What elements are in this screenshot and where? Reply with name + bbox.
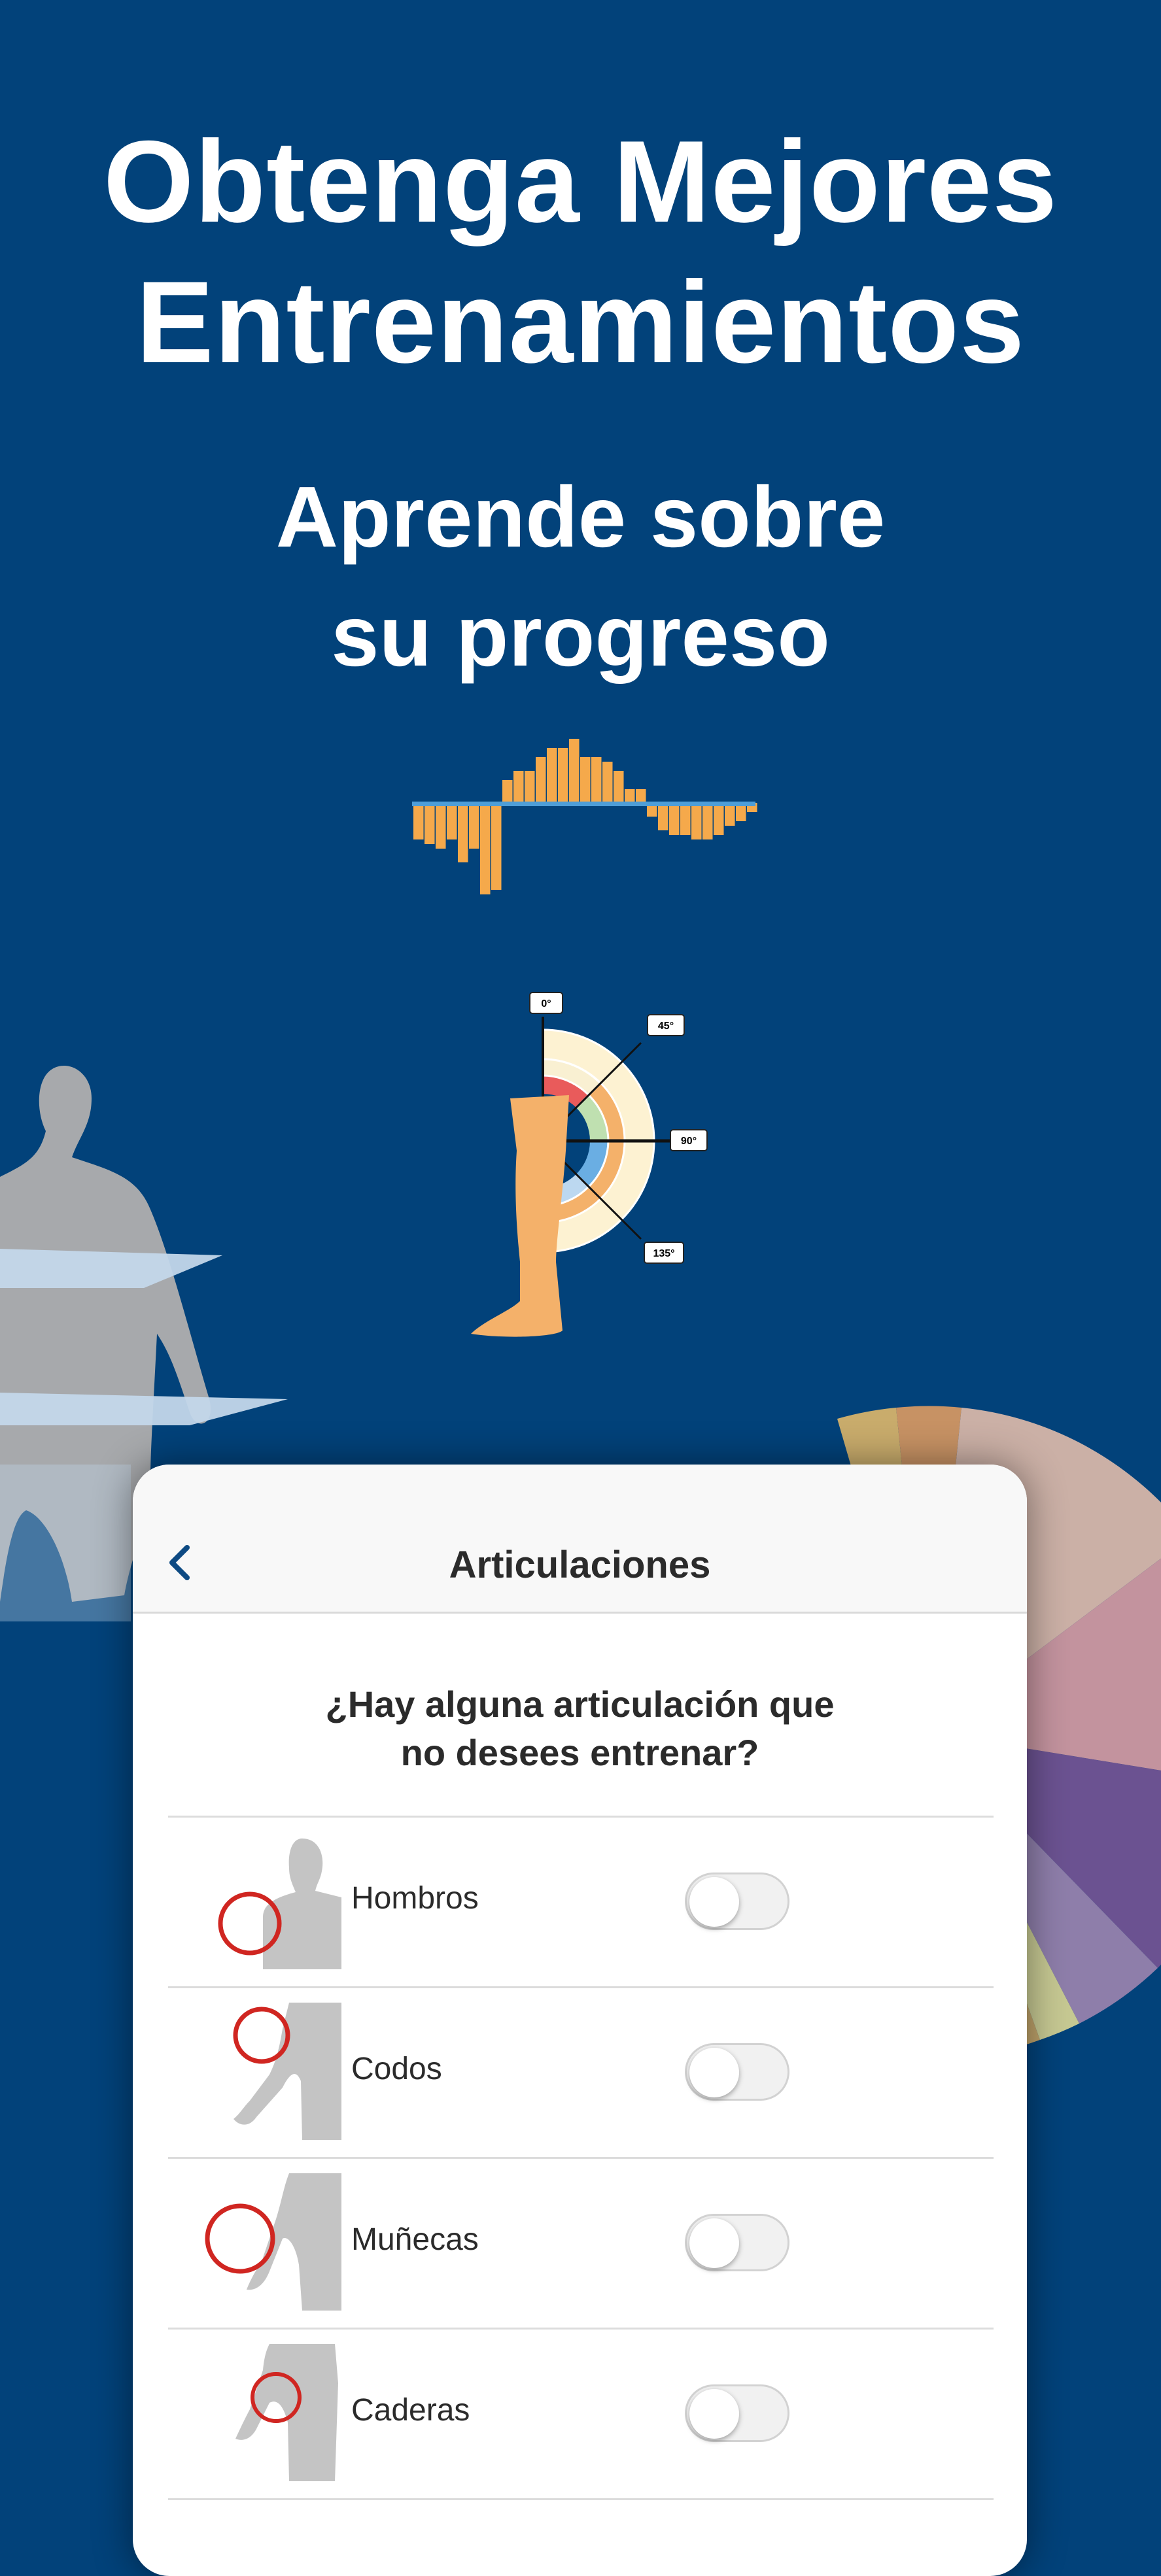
bar-graphic-bar (569, 739, 580, 803)
joint-label: Muñecas (351, 2222, 479, 2257)
bar-graphic-axis (412, 802, 755, 806)
bar-graphic-bar (425, 803, 435, 844)
bar-graphic-bar (691, 803, 702, 839)
headline-subtitle: Aprende sobre su progreso (0, 458, 1161, 696)
question-line-1: ¿Hay alguna articulación que (325, 1684, 835, 1725)
angle-label-90: 90° (670, 1129, 708, 1151)
bar-graphic-bar (625, 789, 635, 803)
toggle-knob (689, 2389, 739, 2439)
bar-graphic-bar (513, 771, 524, 803)
svg-text:90°: 90° (681, 1136, 697, 1147)
bar-graphic-bar (558, 748, 568, 803)
toggle-switch-caderas[interactable] (685, 2384, 789, 2442)
bar-graphic-bar (658, 803, 668, 830)
bar-graphic-bar (702, 803, 713, 839)
list-item-codos: Codos (168, 1988, 994, 2157)
bar-graphic-bar (714, 803, 724, 835)
angle-label-135: 135° (644, 1242, 684, 1264)
joint-label: Hombros (351, 1881, 479, 1916)
divider (168, 2498, 994, 2500)
toggle-knob (689, 2218, 739, 2268)
bar-graphic-bar (480, 803, 491, 894)
bar-graphic-bar (547, 748, 557, 803)
bar-graphic-bar (602, 762, 613, 803)
question-text: ¿Hay alguna articulación que no desees e… (133, 1680, 1027, 1777)
elbow-silhouette-icon (233, 2003, 341, 2140)
bar-graphic-bar (413, 803, 424, 839)
bar-graphic-bar (458, 803, 468, 862)
toggle-switch-munecas[interactable] (685, 2214, 789, 2271)
joint-angle-graphic: 0° 45° 90° 135° (471, 992, 708, 1337)
page-title: Articulaciones (449, 1544, 711, 1586)
joint-label: Codos (351, 2052, 442, 2086)
bar-graphic-bar (725, 803, 735, 826)
bar-graphic-bar (591, 757, 602, 803)
progress-bar-graphic (412, 739, 757, 894)
angle-label-45: 45° (647, 1014, 685, 1036)
bar-graphic-bar (502, 780, 513, 803)
headline-line-2: Entrenamientos (135, 257, 1026, 387)
wrist-silhouette-icon (205, 2173, 341, 2311)
bar-graphic-bar (447, 803, 457, 839)
bar-graphic-bar (580, 757, 591, 803)
bar-graphic-bar (669, 803, 680, 835)
headline-line-1: Obtenga Mejores (103, 116, 1058, 246)
joints-settings-card: Articulaciones ¿Hay alguna articulación … (133, 1465, 1027, 2576)
bar-graphic-bar (536, 757, 546, 803)
svg-text:0°: 0° (541, 998, 551, 1009)
svg-text:135°: 135° (653, 1248, 674, 1259)
subtitle-line-2: su progreso (331, 588, 830, 684)
navigation-bar: Articulaciones (133, 1465, 1027, 1614)
bar-graphic-bar (636, 789, 646, 803)
question-line-2: no desees entrenar? (400, 1732, 759, 1773)
list-item-hombros: Hombros (168, 1818, 994, 1986)
bar-graphic-bar (491, 803, 502, 890)
toggle-switch-codos[interactable] (685, 2043, 789, 2101)
bar-graphic-bar (469, 803, 479, 849)
leg-silhouette (471, 1095, 569, 1337)
subtitle-line-1: Aprende sobre (275, 469, 886, 565)
joint-label: Caderas (351, 2393, 470, 2428)
toggle-knob (689, 2048, 739, 2097)
svg-text:45°: 45° (658, 1021, 674, 1032)
angle-label-0: 0° (529, 992, 563, 1014)
bar-graphic-bar (614, 771, 624, 803)
bar-graphic-bar (525, 771, 535, 803)
bar-graphic-bar (680, 803, 691, 835)
hip-silhouette-icon (235, 2344, 338, 2481)
toggle-knob (689, 1877, 739, 1927)
toggle-switch-hombros[interactable] (685, 1873, 789, 1930)
shoulder-silhouette-icon (218, 1839, 341, 1969)
list-item-caderas: Caderas (168, 2330, 994, 2498)
headline-title: Obtenga Mejores Entrenamientos (0, 111, 1161, 392)
bar-graphic-bar (436, 803, 446, 849)
list-item-munecas: Muñecas (168, 2159, 994, 2328)
